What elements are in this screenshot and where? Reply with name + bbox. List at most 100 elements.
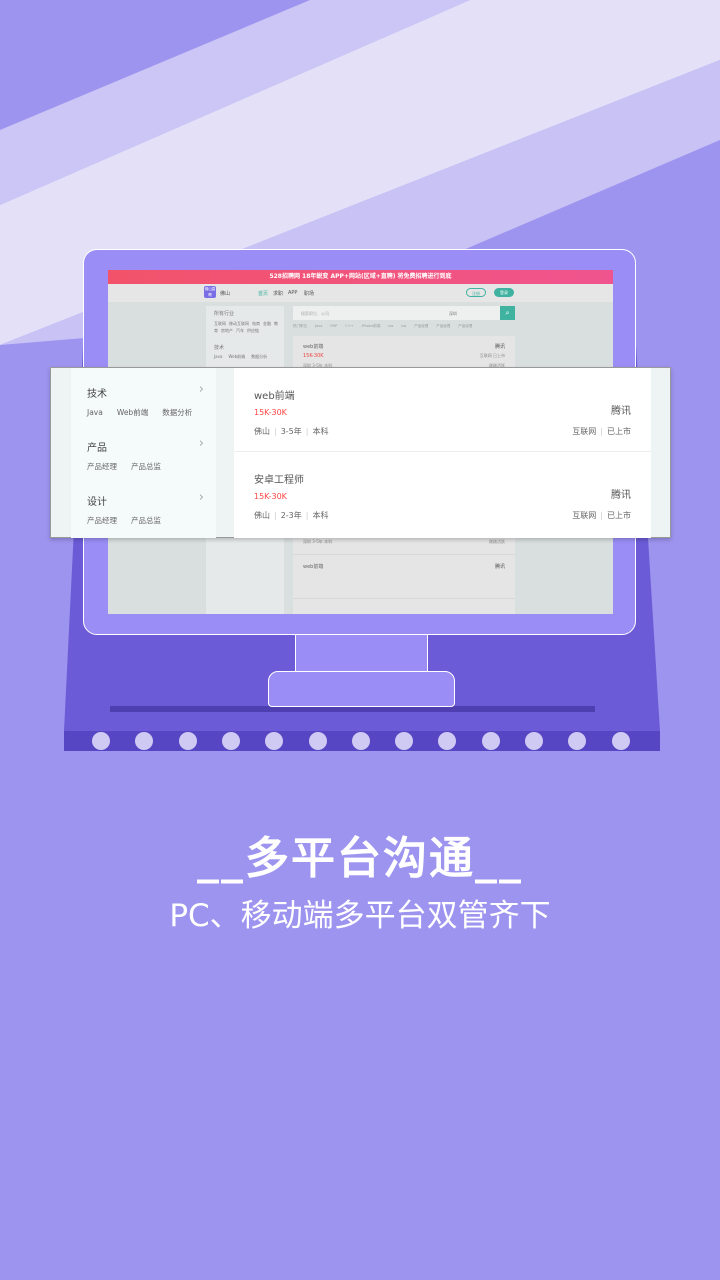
category-title[interactable]: 产品 — [87, 439, 107, 454]
job-salary: 15K-30K — [254, 492, 287, 501]
desk-light — [135, 732, 154, 750]
job-salary: 15K-30K — [254, 408, 287, 417]
company-name: 腾讯 — [611, 406, 631, 417]
monitor-neck — [295, 634, 428, 674]
promo-banner[interactable]: 528招聘网 18年蜕变 APP+网站(区域+直聘) 将免费招聘进行到底 — [108, 270, 613, 284]
job-title: web前端 — [303, 564, 324, 570]
job-edu: 本科 — [312, 427, 329, 436]
separator: | — [305, 511, 309, 520]
search-icon: ⌕ — [505, 309, 510, 317]
separator: | — [600, 511, 603, 520]
category-link[interactable]: 产品总监 — [131, 516, 161, 525]
category-link[interactable]: Java — [87, 408, 103, 417]
company-name: 腾讯 — [611, 490, 631, 501]
hot-tag[interactable]: ios — [388, 324, 393, 328]
company-status: 已上市 — [607, 427, 631, 436]
job-title: 安卓工程师 — [254, 475, 304, 486]
job-row[interactable]: web前端 腾讯 — [293, 556, 515, 599]
job-meta: 深圳 3-5年 本科 — [303, 539, 333, 544]
job-card[interactable]: 安卓工程师 15K-30K 佛山 | 2-3年 | 本科 腾讯 互联网 | 已上市 — [234, 452, 651, 536]
chevron-right-icon[interactable]: › — [199, 436, 204, 451]
search-city-select[interactable]: 深圳 — [449, 311, 457, 317]
job-exp: 3-5年 — [280, 427, 302, 436]
job-company: 腾讯 — [494, 564, 505, 570]
city-select[interactable]: 佛山 — [220, 290, 230, 297]
category-link[interactable]: 数据分析 — [162, 408, 192, 417]
company-industry: 互联网 — [572, 511, 597, 520]
subheadline: PC、移动端多平台双管齐下 — [169, 898, 551, 934]
tech-link[interactable]: Java — [214, 354, 222, 359]
job-meta: 佛山 | 2-3年 | 本科 — [254, 510, 328, 521]
desk-light — [308, 732, 327, 750]
company-meta: 互联网 | 已上市 — [572, 510, 631, 521]
nav-app[interactable]: APP — [288, 290, 297, 296]
search-placeholder: 搜索职位、公司 — [301, 311, 329, 316]
hot-tag[interactable]: ios — [401, 324, 406, 328]
nav-jobs[interactable]: 求职 — [273, 290, 283, 297]
job-salary: 15K-30K — [303, 353, 324, 359]
headline: __多平台沟通__ — [197, 833, 523, 884]
job-title: web前端 — [303, 344, 324, 350]
hot-tag[interactable]: 产品经理 — [436, 324, 450, 328]
separator: | — [274, 427, 277, 436]
desk-light — [265, 732, 284, 750]
industry-link[interactable]: 金融 — [263, 321, 271, 326]
category-link[interactable]: 产品经理 — [87, 516, 117, 525]
job-city: 佛山 — [254, 511, 270, 520]
industry-link[interactable]: 电商 — [252, 321, 260, 326]
search-button[interactable]: ⌕ — [500, 306, 515, 320]
login-button[interactable]: 登录 — [494, 288, 514, 297]
side-tech[interactable]: 技术 — [214, 344, 224, 351]
industry-link[interactable]: 互联网 — [214, 321, 226, 326]
hot-tag[interactable]: 热门职位 — [293, 324, 307, 328]
hot-tag[interactable]: iPhone前端 — [362, 324, 381, 328]
hot-tag[interactable]: 产品经理 — [458, 324, 472, 328]
desk-light — [221, 732, 240, 750]
company-meta: 互联网 | 已上市 — [572, 426, 631, 437]
job-meta: 佛山 | 3-5年 | 本科 — [254, 426, 328, 437]
chevron-right-icon[interactable]: › — [199, 490, 204, 505]
nav-home[interactable]: 首页 — [258, 290, 268, 297]
job-card[interactable]: web前端 15K-30K 佛山 | 3-5年 | 本科 腾讯 互联网 | 已上市 — [234, 368, 651, 452]
chevron-right-icon[interactable]: › — [199, 382, 204, 397]
category-title[interactable]: 设计 — [87, 493, 107, 508]
job-exp: 2-3年 — [280, 511, 302, 520]
separator: | — [274, 511, 277, 520]
category-link[interactable]: 产品经理 — [87, 462, 117, 471]
separator: | — [305, 427, 309, 436]
desk-light — [481, 732, 500, 750]
site-logo[interactable]: 佛山直聘 — [204, 286, 216, 298]
search-input[interactable]: 搜索职位、公司 深圳 — [293, 306, 515, 320]
industry-link[interactable]: 房地产 — [221, 328, 233, 333]
desk-light — [568, 732, 587, 750]
company-industry: 互联网 — [572, 427, 597, 436]
job-company: 腾讯 — [494, 344, 505, 350]
tech-link[interactable]: 数据分析 — [251, 354, 267, 359]
desk-edge — [64, 731, 660, 751]
register-button[interactable]: 注册 — [466, 288, 486, 297]
category-link[interactable]: 产品总监 — [131, 462, 161, 471]
hot-tag[interactable]: Java — [315, 324, 322, 328]
hot-tag[interactable]: PHP — [330, 324, 337, 328]
category-items: 产品经理 产品总监 — [87, 515, 175, 526]
desk-light — [178, 732, 197, 750]
category-title[interactable]: 技术 — [87, 385, 107, 400]
desk-light — [92, 732, 110, 750]
category-items: Java Web前端 数据分析 — [87, 407, 206, 418]
tech-link[interactable]: Web前端 — [228, 354, 245, 359]
category-link[interactable]: Web前端 — [117, 408, 148, 417]
separator: | — [600, 427, 603, 436]
job-industry: 互联网 已上市 — [479, 353, 505, 358]
hot-tag[interactable]: C++ — [345, 324, 353, 328]
side-title[interactable]: 所有行业 — [214, 310, 234, 317]
desk-light — [395, 732, 414, 750]
industry-link[interactable]: 汽车 — [236, 328, 244, 333]
company-status: 已上市 — [607, 511, 631, 520]
industry-link[interactable]: 移动互联网 — [229, 321, 249, 326]
job-city: 佛山 — [254, 427, 270, 436]
hot-tag[interactable]: 产品经理 — [414, 324, 428, 328]
industry-link[interactable]: 供应链 — [247, 328, 259, 333]
monitor-foot — [268, 671, 455, 707]
desk-light — [611, 732, 630, 750]
nav-career[interactable]: 职场 — [304, 290, 314, 297]
